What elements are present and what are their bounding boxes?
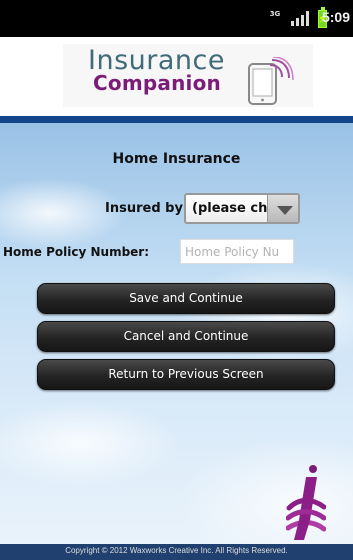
insurance-form: Home Insurance Insured by: (please ch Ho… xyxy=(0,116,353,544)
network-icon: 3G xyxy=(269,10,281,18)
cancel-and-continue-button[interactable]: Cancel and Continue xyxy=(37,321,335,352)
return-to-previous-screen-button[interactable]: Return to Previous Screen xyxy=(37,359,335,390)
insured-by-value: (please ch xyxy=(192,201,267,216)
chevron-down-icon[interactable] xyxy=(266,195,298,222)
status-time: 5:09 xyxy=(321,9,350,25)
page-title: Home Insurance xyxy=(112,151,241,167)
app-logo: Insurance Companion xyxy=(63,44,313,107)
insured-by-label: Insured by: xyxy=(105,201,189,216)
app-header: Insurance Companion xyxy=(0,37,353,116)
signal-icon xyxy=(291,10,309,26)
home-policy-number-label: Home Policy Number: xyxy=(3,245,150,259)
logo-subtitle: Companion xyxy=(93,71,221,95)
copyright-footer: Copyright © 2012 Waxworks Creative Inc. … xyxy=(0,544,353,560)
app-screen: 3G 5:09 Insurance Companion Home Insuran… xyxy=(0,0,353,560)
insured-by-select[interactable]: (please ch xyxy=(184,193,300,224)
phone-icon xyxy=(248,57,294,105)
status-bar: 3G 5:09 xyxy=(0,0,353,37)
brand-figure-icon xyxy=(286,465,326,540)
save-and-continue-button[interactable]: Save and Continue xyxy=(37,283,335,314)
home-policy-number-input[interactable] xyxy=(180,239,294,264)
